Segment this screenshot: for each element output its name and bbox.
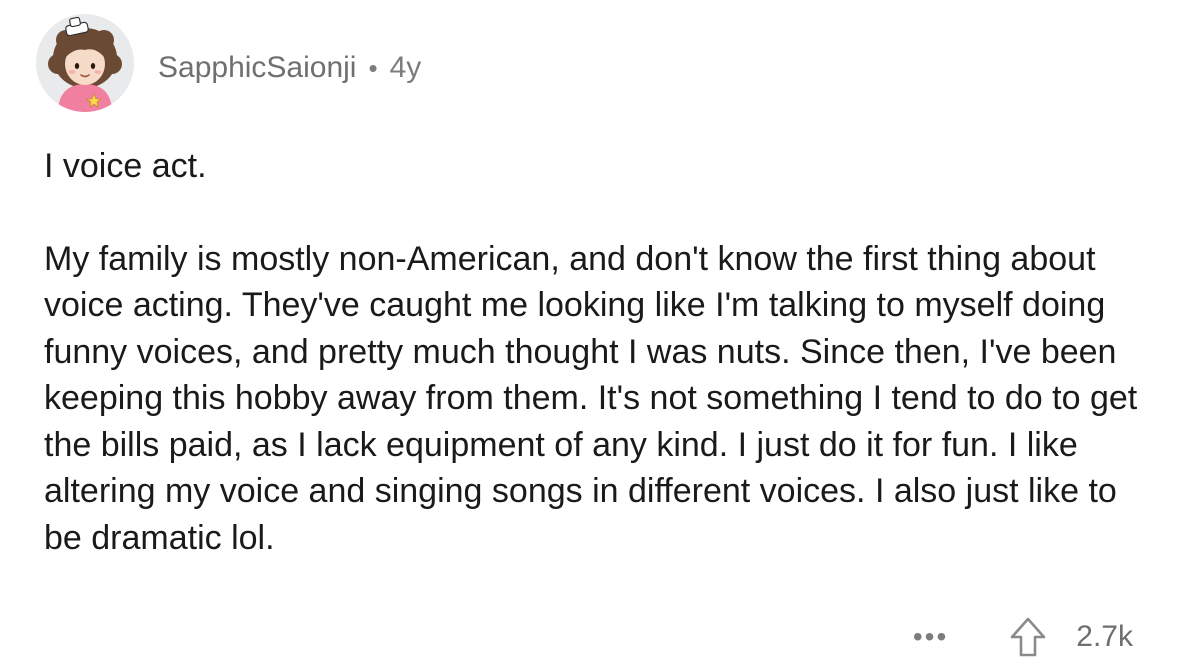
comment-meta: SapphicSaionji • 4y — [158, 51, 421, 85]
meta-separator: • — [368, 52, 378, 83]
comment: SapphicSaionji • 4y I voice act. My fami… — [0, 0, 1179, 668]
more-options-icon[interactable]: ••• — [913, 623, 948, 651]
vote-score: 2.7k — [1076, 620, 1133, 653]
comment-age: 4y — [389, 51, 422, 84]
avatar-icon[interactable] — [36, 14, 134, 112]
username-link[interactable]: SapphicSaionji — [158, 51, 356, 85]
comment-paragraph: My family is mostly non-American, and do… — [44, 239, 1138, 557]
comment-actions: ••• 2.7k — [913, 612, 1133, 662]
comment-body: I voice act. My family is mostly non-Ame… — [44, 143, 1144, 561]
comment-header: SapphicSaionji • 4y — [36, 8, 421, 118]
upvote-arrow-icon[interactable] — [1008, 615, 1048, 659]
comment-paragraph: I voice act. — [44, 147, 207, 185]
